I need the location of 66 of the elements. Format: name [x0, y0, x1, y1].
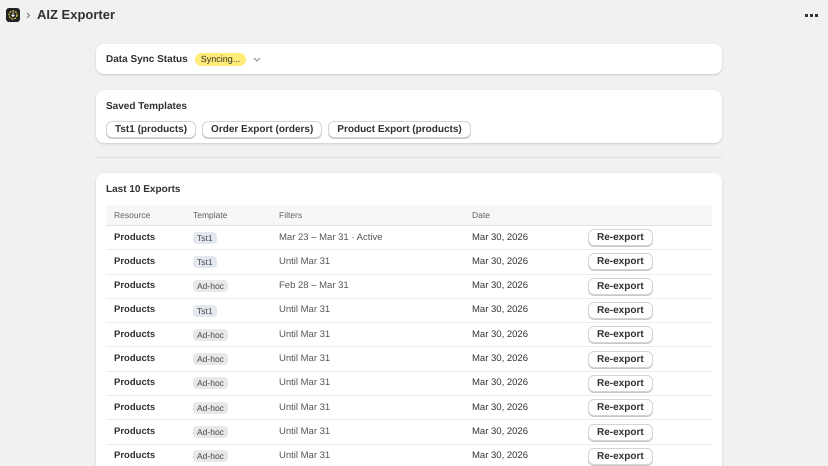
table-cell-text: Products: [113, 303, 156, 318]
template-tag: Ad-hoc: [193, 377, 228, 390]
template-tag: Ad-hoc: [193, 402, 228, 414]
table-cell-text: Mar 30, 2026: [472, 254, 529, 269]
table-cell-text: Products: [113, 400, 156, 415]
column-header: Template: [193, 208, 228, 222]
column-header: Filters: [279, 208, 304, 222]
table-cell-text: Mar 30, 2026: [472, 328, 529, 342]
template-tag: Ad-hoc: [193, 328, 228, 341]
re-export-button[interactable]: Re-export: [588, 424, 653, 441]
table-cell-text: Products: [113, 254, 156, 269]
table-cell-text: Mar 23 – Mar 31 · Active: [279, 230, 384, 245]
re-export-button[interactable]: Re-export: [588, 278, 653, 295]
re-export-button[interactable]: Re-export: [588, 229, 653, 246]
table-cell-text: Products: [113, 230, 156, 245]
more-actions-icon[interactable]: [805, 14, 818, 16]
template-tag: Ad-hoc: [193, 353, 228, 366]
chevron-down-icon[interactable]: [253, 56, 262, 62]
table-cell-text: Products: [113, 449, 156, 464]
table-cell-text: Until Mar 31: [279, 328, 332, 342]
re-export-button[interactable]: Re-export: [588, 253, 653, 270]
table-cell-text: Mar 30, 2026: [472, 303, 529, 318]
template-tag: Ad-hoc: [193, 280, 228, 292]
chevron-right-icon: [26, 12, 31, 18]
table-cell-text: Mar 30, 2026: [472, 449, 529, 464]
table-cell-text: Products: [113, 376, 156, 390]
card-title: Last 10 Exports: [106, 183, 182, 197]
table-cell-text: Products: [113, 424, 156, 439]
table-cell-text: Until Mar 31: [279, 352, 332, 366]
template-button[interactable]: Tst1 (products): [106, 121, 196, 138]
table-cell-text: Until Mar 31: [279, 303, 332, 318]
table-cell-text: Products: [113, 328, 156, 342]
table-cell-text: Mar 30, 2026: [472, 279, 529, 294]
table-cell-text: Products: [113, 352, 156, 366]
re-export-button[interactable]: Re-export: [588, 399, 653, 416]
table-cell-text: Products: [113, 279, 156, 294]
template-tag: Ad-hoc: [193, 426, 228, 438]
app-logo-icon: [6, 8, 20, 22]
template-tag: Tst1: [193, 232, 217, 244]
table-cell-text: Mar 30, 2026: [472, 376, 529, 390]
template-tag: Ad-hoc: [193, 450, 228, 462]
table-cell-text: Mar 30, 2026: [472, 424, 529, 439]
card-title: Data Sync Status: [106, 52, 188, 66]
status-badge: Syncing...: [194, 52, 246, 66]
page-title: AIZ Exporter: [37, 6, 116, 24]
table-cell-text: Mar 30, 2026: [472, 230, 529, 245]
template-button[interactable]: Order Export (orders): [202, 121, 322, 138]
re-export-button[interactable]: Re-export: [588, 374, 653, 392]
table-cell-text: Until Mar 31: [279, 254, 332, 269]
re-export-button[interactable]: Re-export: [588, 302, 653, 320]
re-export-button[interactable]: Re-export: [588, 448, 653, 465]
table-cell-text: Until Mar 31: [279, 449, 332, 464]
re-export-button[interactable]: Re-export: [588, 350, 653, 368]
column-header: Resource: [113, 208, 152, 222]
table-cell-text: Mar 30, 2026: [472, 352, 529, 366]
template-button[interactable]: Product Export (products): [328, 121, 471, 138]
template-tag: Tst1: [193, 304, 217, 317]
template-tag: Tst1: [193, 256, 217, 268]
table-cell-text: Until Mar 31: [279, 424, 332, 439]
table-cell-text: Feb 28 – Mar 31: [279, 279, 350, 294]
card-title: Saved Templates: [106, 100, 188, 114]
column-header: Date: [472, 208, 491, 222]
table-cell-text: Mar 30, 2026: [472, 400, 529, 415]
re-export-button[interactable]: Re-export: [588, 326, 653, 344]
table-cell-text: Until Mar 31: [279, 376, 332, 390]
table-cell-text: Until Mar 31: [279, 400, 332, 415]
